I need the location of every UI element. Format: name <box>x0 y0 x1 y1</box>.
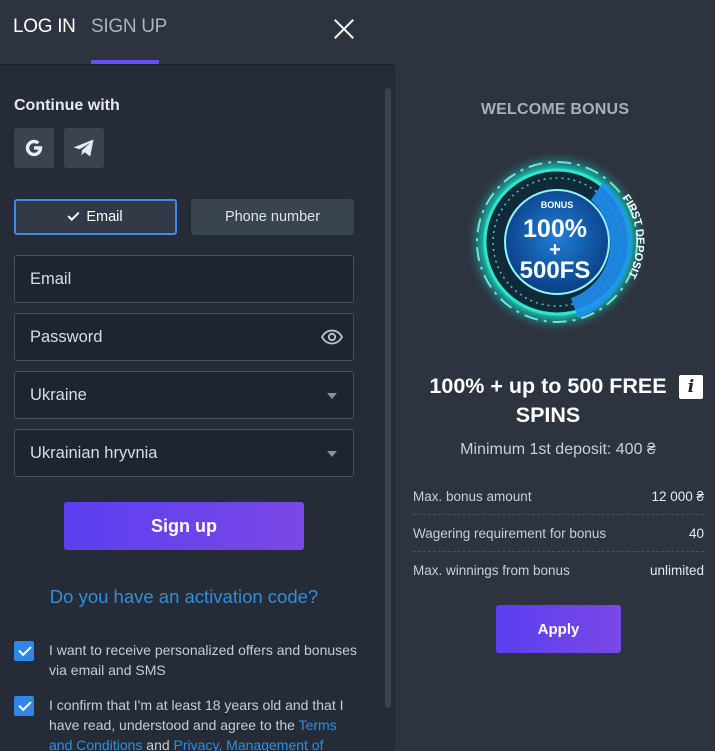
email-placeholder: Email <box>30 269 72 288</box>
bonus-detail-row: Max. bonus amount 12 000 ₴ <box>413 478 704 515</box>
active-tab-indicator <box>91 60 159 64</box>
welcome-bonus-title: WELCOME BONUS <box>480 101 630 118</box>
bonus-detail-row: Max. winnings from bonus unlimited <box>413 552 704 589</box>
badge-line2: 500FS <box>520 257 591 284</box>
detail-label: Max. winnings from bonus <box>413 563 570 578</box>
check-icon <box>67 208 80 222</box>
detail-value: unlimited <box>649 563 704 578</box>
email-method-toggle[interactable]: Email <box>14 199 177 235</box>
password-field[interactable]: Password <box>14 313 354 361</box>
password-placeholder: Password <box>30 327 103 346</box>
country-value: Ukraine <box>30 385 87 404</box>
telegram-icon <box>74 139 94 157</box>
auth-modal: LOG IN SIGN UP Continue with Email Phone… <box>0 0 715 751</box>
email-field[interactable]: Email <box>14 255 354 303</box>
bonus-detail-row: Wagering requirement for bonus 40 <box>413 515 704 552</box>
badge-top-text: BONUS <box>541 200 574 210</box>
auth-tabs-header: LOG IN SIGN UP <box>0 0 395 65</box>
chevron-down-icon <box>327 451 337 457</box>
country-select[interactable]: Ukraine <box>14 371 354 419</box>
info-icon[interactable]: i <box>679 375 703 399</box>
close-icon[interactable] <box>331 16 357 42</box>
terms-consent-text: I confirm that I'm at least 18 years old… <box>49 695 359 751</box>
chevron-down-icon <box>327 393 337 399</box>
activation-code-link[interactable]: Do you have an activation code? <box>0 586 368 608</box>
minimum-deposit-text: Minimum 1st deposit: 400 ₴ <box>460 441 656 458</box>
detail-value: 12 000 ₴ <box>651 489 704 504</box>
terms-checkbox[interactable] <box>14 696 34 716</box>
apply-bonus-button[interactable]: Apply <box>496 605 621 653</box>
bonus-badge-image: FIRST DEPOSIT BONUS 100% + 500FS <box>465 150 649 334</box>
phone-method-label: Phone number <box>224 209 321 225</box>
offers-checkbox[interactable] <box>14 641 34 661</box>
welcome-bonus-panel: WELCOME BONUS FIRST DEPOSIT BONUS 100% +… <box>395 0 715 751</box>
currency-value: Ukrainian hryvnia <box>30 443 158 462</box>
privacy-link[interactable]: Privacy, Management of <box>174 737 324 751</box>
telegram-login-button[interactable] <box>64 128 104 168</box>
terms-text-mid: and <box>142 737 174 751</box>
tab-login[interactable]: LOG IN <box>13 16 76 38</box>
google-login-button[interactable] <box>14 128 54 168</box>
sign-up-button[interactable]: Sign up <box>64 502 304 550</box>
email-method-label: Email <box>86 209 123 225</box>
continue-with-label: Continue with <box>14 97 120 114</box>
phone-method-toggle[interactable]: Phone number <box>191 199 354 235</box>
bonus-headline: 100% + up to 500 FREE SPINS <box>429 374 667 427</box>
detail-label: Max. bonus amount <box>413 489 532 504</box>
signup-panel: LOG IN SIGN UP Continue with Email Phone… <box>0 0 395 751</box>
offers-consent-text: I want to receive personalized offers an… <box>49 642 357 678</box>
form-scrollbar[interactable] <box>385 88 391 708</box>
google-icon <box>25 139 43 157</box>
eye-icon[interactable] <box>321 328 343 346</box>
detail-value: 40 <box>688 526 704 541</box>
detail-label: Wagering requirement for bonus <box>413 526 607 541</box>
currency-select[interactable]: Ukrainian hryvnia <box>14 429 354 477</box>
tab-signup[interactable]: SIGN UP <box>91 16 167 38</box>
